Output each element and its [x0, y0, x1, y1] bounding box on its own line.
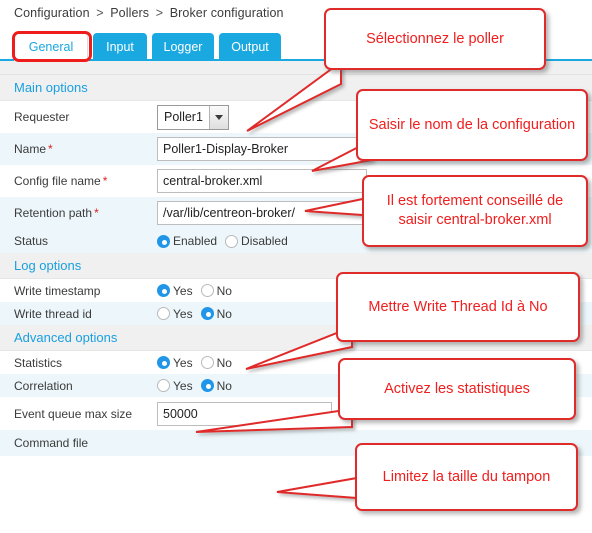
table-row: Correlation Yes No	[0, 374, 592, 397]
field-label-write-thread-id: Write thread id	[14, 306, 92, 321]
tab-content-top-strip	[0, 61, 592, 75]
breadcrumb-separator: >	[155, 6, 164, 20]
table-row: Command file	[0, 430, 592, 456]
requester-select-value: Poller1	[164, 110, 203, 124]
radio-dot[interactable]	[157, 379, 170, 392]
status-radio-disabled[interactable]: Disabled	[225, 234, 288, 248]
broker-configuration-form: Main options Requester Poller1 Name* Con…	[0, 75, 592, 456]
table-row: Event queue max size	[0, 397, 592, 430]
table-row: Requester Poller1	[0, 101, 592, 133]
statistics-radio-yes-label: Yes	[173, 355, 193, 370]
tab-output[interactable]: Output	[219, 33, 281, 60]
tab-logger[interactable]: Logger	[152, 33, 214, 60]
section-header-log-options-label: Log options	[14, 258, 82, 273]
table-row: Status Enabled Disabled	[0, 229, 592, 253]
annotation-callout-6-text: Limitez la taille du tampon	[382, 468, 551, 485]
name-input[interactable]	[157, 137, 367, 161]
config-file-name-input[interactable]	[157, 169, 367, 193]
event-queue-max-size-input[interactable]	[157, 401, 332, 426]
breadcrumb-item-pollers[interactable]: Pollers	[110, 6, 149, 20]
write-thread-id-radio-group: Yes No	[157, 307, 232, 321]
field-label-write-timestamp: Write timestamp	[14, 283, 101, 298]
write-thread-id-radio-yes-label: Yes	[173, 306, 193, 321]
section-header-advanced-options: Advanced options	[0, 325, 592, 351]
status-radio-disabled-label: Disabled	[241, 234, 288, 248]
status-radio-group: Enabled Disabled	[157, 234, 288, 248]
table-row: Config file name *	[0, 165, 592, 197]
radio-dot-selected[interactable]	[157, 234, 170, 248]
tab-general-label: General	[28, 40, 74, 54]
radio-dot[interactable]	[157, 307, 170, 320]
field-label-status: Status	[14, 234, 49, 248]
statistics-radio-yes[interactable]: Yes	[157, 356, 193, 370]
tab-input-label: Input	[106, 39, 134, 54]
table-row: Name *	[0, 133, 592, 165]
retention-path-input[interactable]	[157, 201, 367, 225]
chevron-down-icon[interactable]	[209, 105, 228, 129]
table-row: Write timestamp Yes No	[0, 279, 592, 302]
breadcrumb-item-broker-configuration[interactable]: Broker configuration	[170, 6, 284, 20]
write-timestamp-radio-no-label: No	[216, 283, 232, 298]
status-radio-enabled-label: Enabled	[173, 234, 218, 248]
tab-bar: General Input Logger Output	[0, 33, 592, 60]
write-thread-id-radio-no-label: No	[216, 306, 232, 321]
required-marker: *	[48, 142, 53, 156]
section-header-advanced-options-label: Advanced options	[14, 330, 118, 345]
breadcrumb: Configuration > Pollers > Broker configu…	[14, 6, 284, 20]
field-label-config-file-name: Config file name *	[0, 174, 157, 188]
section-header-main-options-label: Main options	[14, 80, 88, 95]
section-header-main-options: Main options	[0, 75, 592, 101]
table-row: Statistics Yes No	[0, 351, 592, 374]
section-header-log-options: Log options	[0, 253, 592, 279]
statistics-radio-no[interactable]: No	[200, 355, 232, 370]
radio-dot[interactable]	[200, 284, 214, 297]
write-timestamp-radio-yes[interactable]: Yes	[157, 284, 193, 298]
correlation-radio-no-label: No	[216, 378, 232, 393]
statistics-radio-group: Yes No	[157, 356, 232, 370]
tab-output-label: Output	[231, 39, 269, 54]
tab-logger-label: Logger	[163, 39, 203, 54]
write-timestamp-radio-group: Yes No	[157, 284, 232, 298]
field-label-name: Name *	[0, 142, 157, 156]
radio-dot-selected[interactable]	[200, 307, 214, 320]
breadcrumb-item-configuration[interactable]: Configuration	[14, 6, 90, 20]
tab-general[interactable]: General	[14, 33, 88, 60]
required-marker: *	[102, 174, 108, 188]
radio-dot-selected[interactable]	[157, 356, 170, 369]
field-label-name-text: Name	[14, 142, 47, 156]
field-label-correlation: Correlation	[14, 378, 73, 393]
required-marker: *	[94, 206, 99, 220]
write-thread-id-radio-yes[interactable]: Yes	[157, 307, 193, 321]
statistics-radio-no-label: No	[216, 355, 232, 370]
field-label-event-queue-max-size: Event queue max size	[14, 406, 133, 421]
table-row: Retention path *	[0, 197, 592, 229]
correlation-radio-yes-label: Yes	[173, 378, 193, 393]
write-thread-id-radio-no[interactable]: No	[200, 306, 232, 321]
correlation-radio-group: Yes No	[157, 379, 232, 393]
field-label-requester: Requester	[14, 110, 70, 124]
correlation-radio-no[interactable]: No	[200, 378, 232, 393]
write-timestamp-radio-no[interactable]: No	[200, 283, 232, 298]
requester-select[interactable]: Poller1	[157, 104, 229, 130]
breadcrumb-separator: >	[96, 6, 104, 20]
field-label-retention-path-text: Retention path	[14, 206, 93, 220]
field-label-config-file-name-text: Config file name	[14, 174, 101, 188]
table-row: Write thread id Yes No	[0, 302, 592, 325]
annotation-tail-6	[276, 476, 358, 500]
radio-dot-selected[interactable]	[157, 284, 170, 297]
correlation-radio-yes[interactable]: Yes	[157, 379, 193, 393]
write-timestamp-radio-yes-label: Yes	[173, 283, 193, 298]
field-label-command-file: Command file	[14, 436, 89, 450]
field-label-statistics: Statistics	[14, 355, 63, 370]
status-radio-enabled[interactable]: Enabled	[157, 234, 217, 248]
field-label-retention-path: Retention path *	[0, 206, 157, 220]
radio-dot-selected[interactable]	[200, 379, 214, 392]
radio-dot[interactable]	[225, 234, 239, 248]
tab-input[interactable]: Input	[93, 33, 147, 60]
radio-dot[interactable]	[200, 356, 214, 369]
